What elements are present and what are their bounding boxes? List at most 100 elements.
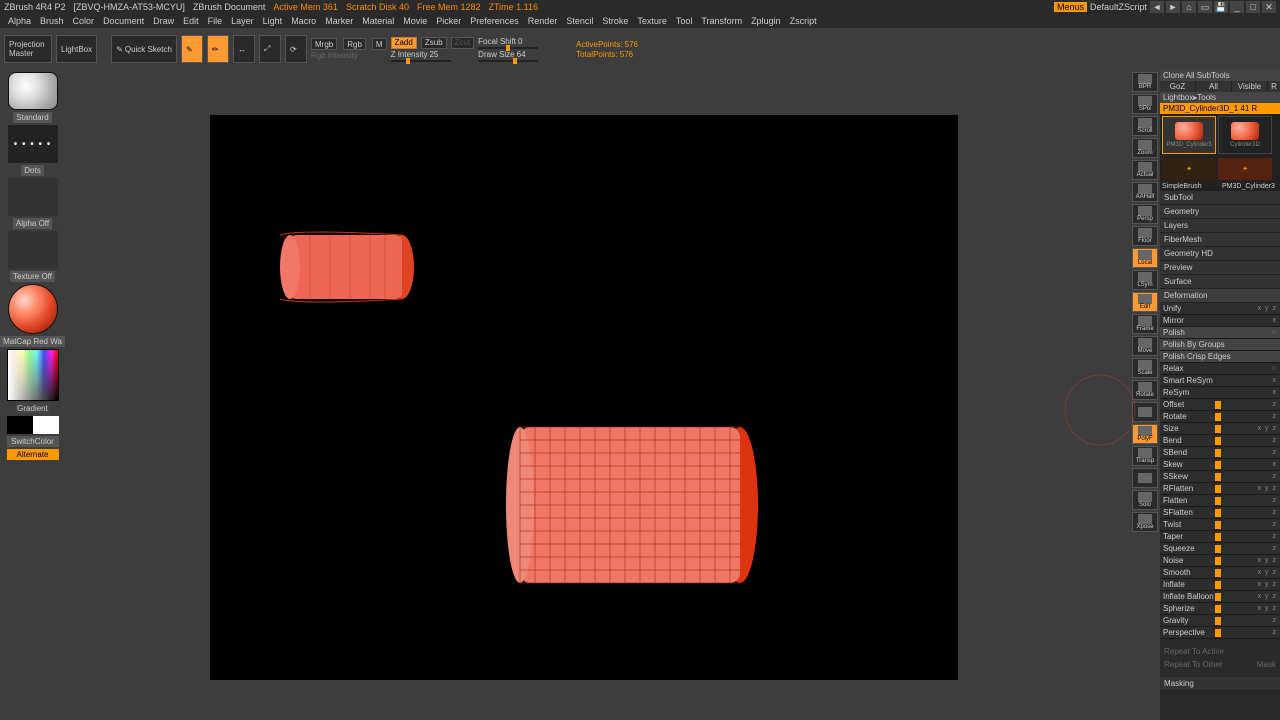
- nav-lsym-button[interactable]: LSym: [1132, 270, 1158, 290]
- nav-local-button[interactable]: Local: [1132, 248, 1158, 268]
- m-button[interactable]: M: [372, 38, 387, 50]
- nav-zoom-button[interactable]: Zoom: [1132, 138, 1158, 158]
- deformation-sbend[interactable]: SBendz: [1160, 447, 1280, 459]
- deformation-polish[interactable]: Polish○: [1160, 327, 1280, 339]
- nav-frame-button[interactable]: Frame: [1132, 314, 1158, 334]
- menu-render[interactable]: Render: [524, 16, 562, 26]
- draw-mode-button[interactable]: ✏: [207, 35, 229, 63]
- arrow-right-icon[interactable]: ►: [1166, 1, 1180, 13]
- nav-actual-button[interactable]: Actual: [1132, 160, 1158, 180]
- quicksketch-button[interactable]: ✎Quick Sketch: [111, 35, 177, 63]
- deformation-twist[interactable]: Twistz: [1160, 519, 1280, 531]
- section-fibermesh[interactable]: FiberMesh: [1160, 233, 1280, 247]
- nav-aahalf-button[interactable]: AAHalf: [1132, 182, 1158, 202]
- deformation-mirror[interactable]: Mirrorx: [1160, 315, 1280, 327]
- deformation-spherize[interactable]: Spherizex y z: [1160, 603, 1280, 615]
- color-secondary[interactable]: [33, 416, 59, 434]
- default-zscript[interactable]: DefaultZScript: [1087, 2, 1150, 12]
- menu-alpha[interactable]: Alpha: [4, 16, 35, 26]
- menu-zplugin[interactable]: Zplugin: [747, 16, 785, 26]
- gradient-button[interactable]: Gradient: [16, 403, 49, 414]
- projection-master-button[interactable]: Projection Master: [4, 35, 52, 63]
- repeat-mask[interactable]: Mask: [1257, 660, 1276, 669]
- save-icon[interactable]: 💾: [1214, 1, 1228, 13]
- viewport[interactable]: [210, 115, 958, 680]
- deformation-header[interactable]: Deformation: [1160, 289, 1280, 303]
- deformation-rflatten[interactable]: RFlattenx y z: [1160, 483, 1280, 495]
- deformation-relax[interactable]: Relax○: [1160, 363, 1280, 375]
- section-geometry[interactable]: Geometry: [1160, 205, 1280, 219]
- menu-texture[interactable]: Texture: [633, 16, 671, 26]
- section-geometry-hd[interactable]: Geometry HD: [1160, 247, 1280, 261]
- brush-thumb[interactable]: [8, 72, 58, 110]
- material-thumb[interactable]: [8, 284, 58, 334]
- goz-r-button[interactable]: R: [1268, 81, 1280, 92]
- rotate-mode-button[interactable]: ⟳: [285, 35, 307, 63]
- zsub-button[interactable]: Zsub: [421, 37, 447, 49]
- menu-file[interactable]: File: [204, 16, 227, 26]
- polymesh-thumb[interactable]: ✦: [1218, 158, 1272, 180]
- lightbox-button[interactable]: LightBox: [56, 35, 97, 63]
- menu-draw[interactable]: Draw: [149, 16, 178, 26]
- deformation-taper[interactable]: Taperz: [1160, 531, 1280, 543]
- section-surface[interactable]: Surface: [1160, 275, 1280, 289]
- alternate-button[interactable]: Alternate: [7, 449, 59, 460]
- scale-mode-button[interactable]: ⤢: [259, 35, 281, 63]
- goz-visible-button[interactable]: Visible: [1232, 81, 1267, 92]
- current-tool-label[interactable]: PM3D_Cylinder3D_1 41 R: [1160, 103, 1280, 114]
- deformation-sskew[interactable]: SSkewz: [1160, 471, 1280, 483]
- deformation-resym[interactable]: ReSymx: [1160, 387, 1280, 399]
- clone-subtools-button[interactable]: Clone All SubTools: [1160, 70, 1280, 81]
- masking-header[interactable]: Masking: [1160, 677, 1280, 691]
- menu-edit[interactable]: Edit: [179, 16, 203, 26]
- nav-spix-button[interactable]: SPix: [1132, 94, 1158, 114]
- goz-all-button[interactable]: All: [1196, 81, 1231, 92]
- nav-scroll-button[interactable]: Scroll: [1132, 116, 1158, 136]
- deformation-smart-resym[interactable]: Smart ReSymx: [1160, 375, 1280, 387]
- section-layers[interactable]: Layers: [1160, 219, 1280, 233]
- stroke-thumb[interactable]: [8, 125, 58, 163]
- draw-size-slider[interactable]: [478, 60, 538, 62]
- section-preview[interactable]: Preview: [1160, 261, 1280, 275]
- menu-color[interactable]: Color: [69, 16, 99, 26]
- deformation-sflatten[interactable]: SFlattenz: [1160, 507, 1280, 519]
- minimize-icon[interactable]: _: [1230, 1, 1244, 13]
- menus-button[interactable]: Menus: [1054, 2, 1087, 12]
- rgb-button[interactable]: Rgb: [343, 38, 366, 50]
- deformation-squeeze[interactable]: Squeezez: [1160, 543, 1280, 555]
- menu-preferences[interactable]: Preferences: [466, 16, 523, 26]
- deformation-polish-by-groups[interactable]: Polish By Groups: [1160, 339, 1280, 351]
- menu-layer[interactable]: Layer: [227, 16, 258, 26]
- move-mode-button[interactable]: ↔: [233, 35, 255, 63]
- deformation-gravity[interactable]: Gravityz: [1160, 615, 1280, 627]
- simplebrush-thumb[interactable]: ✦: [1162, 158, 1216, 180]
- nav-move-button[interactable]: Move: [1132, 336, 1158, 356]
- menu-document[interactable]: Document: [99, 16, 148, 26]
- deformation-noise[interactable]: Noisex y z: [1160, 555, 1280, 567]
- deformation-flatten[interactable]: Flattenz: [1160, 495, 1280, 507]
- menu-light[interactable]: Light: [259, 16, 287, 26]
- menu-material[interactable]: Material: [358, 16, 398, 26]
- repeat-to-active[interactable]: Repeat To Active: [1164, 647, 1224, 656]
- deformation-skew[interactable]: Skewx: [1160, 459, 1280, 471]
- section-subtool[interactable]: SubTool: [1160, 191, 1280, 205]
- deformation-offset[interactable]: Offsetz: [1160, 399, 1280, 411]
- nav-edit-button[interactable]: Edit: [1132, 292, 1158, 312]
- lightbox-tools-button[interactable]: Lightbox▸Tools: [1160, 92, 1280, 103]
- nav-floor-button[interactable]: Floor: [1132, 226, 1158, 246]
- mrgb-button[interactable]: Mrgb: [311, 38, 337, 50]
- color-picker[interactable]: [7, 349, 59, 401]
- nav-bpr-button[interactable]: BPR: [1132, 72, 1158, 92]
- menu-transform[interactable]: Transform: [697, 16, 746, 26]
- deformation-smooth[interactable]: Smoothx y z: [1160, 567, 1280, 579]
- nav-blank-button[interactable]: [1132, 468, 1158, 488]
- alpha-thumb[interactable]: [8, 178, 58, 216]
- repeat-to-other[interactable]: Repeat To Other: [1164, 660, 1223, 669]
- subtool-thumb-1[interactable]: Cylinder3D: [1218, 116, 1272, 154]
- zcut-button[interactable]: Zcut: [451, 37, 475, 49]
- deformation-bend[interactable]: Bendz: [1160, 435, 1280, 447]
- menu-picker[interactable]: Picker: [432, 16, 465, 26]
- menu-tool[interactable]: Tool: [672, 16, 697, 26]
- maximize-icon[interactable]: □: [1246, 1, 1260, 13]
- focal-shift-slider[interactable]: [478, 47, 538, 49]
